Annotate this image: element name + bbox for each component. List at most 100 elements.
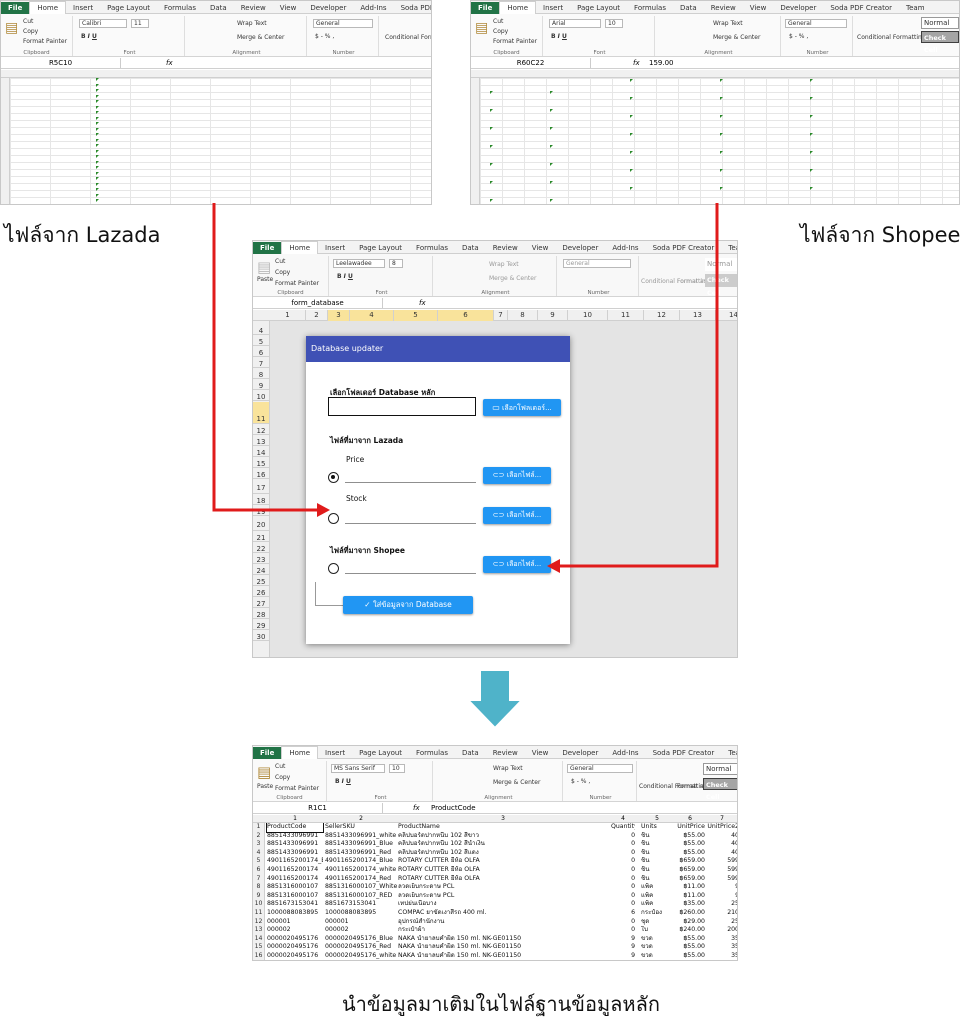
table-cell[interactable]: ชิ้น [641, 875, 673, 884]
table-cell[interactable]: 9 [611, 952, 635, 960]
table-cell[interactable]: 0000020495176_Red [325, 943, 397, 952]
style-check-cell[interactable]: Check Cell [703, 778, 737, 801]
format-painter-button[interactable]: Format Painter [275, 785, 319, 792]
merge-center-button[interactable]: Merge & Center [493, 779, 540, 786]
table-cell[interactable]: คลิปบอร์ดปากหนีบ 102 สีแดง [398, 849, 608, 858]
copy-button[interactable]: Copy [275, 774, 290, 781]
table-row[interactable]: 10 8851673153041 8851673153041 เทปย่นเนื้อบ… [253, 900, 737, 910]
table-cell[interactable]: 8851433096991_Red [325, 849, 397, 858]
table-cell[interactable]: ฿11.00 [675, 892, 705, 901]
table-cell[interactable]: 0 [611, 849, 635, 858]
table-cell[interactable]: 35 [705, 935, 737, 944]
table-row[interactable]: 7 4901165200174 4901165200174_Red ROTARY CU… [253, 874, 737, 884]
result-table[interactable]: 1ProductCodeSellerSKUProductNameQuantity… [253, 823, 737, 960]
table-cell[interactable]: 0 [611, 892, 635, 901]
table-cell[interactable]: Units [641, 823, 673, 832]
name-box[interactable]: R1C1 [253, 803, 383, 813]
row-header[interactable]: 6 [253, 866, 265, 875]
tab-team[interactable]: Team [721, 747, 737, 759]
table-cell[interactable]: 0 [611, 832, 635, 841]
tab-home[interactable]: Home [281, 746, 318, 759]
column-header[interactable]: 6 [675, 815, 705, 823]
tab-add-ins[interactable]: Add-Ins [605, 747, 645, 759]
table-cell[interactable]: ฿55.00 [675, 849, 705, 858]
table-cell[interactable]: 8851316000107_White [325, 883, 397, 892]
row-header[interactable]: 15 [253, 943, 265, 953]
table-cell[interactable]: ชิ้น [641, 866, 673, 875]
table-cell[interactable]: ฿240.00 [675, 926, 705, 935]
table-cell[interactable]: ฿55.00 [675, 832, 705, 841]
table-cell[interactable]: ฿55.00 [675, 840, 705, 849]
table-cell[interactable]: ฿659.00 [675, 866, 705, 875]
table-cell[interactable]: กระป๋อง [641, 909, 673, 918]
currency-button[interactable]: $ - % , [571, 778, 590, 785]
table-cell[interactable]: ฿55.00 [675, 935, 705, 944]
table-row[interactable]: 3 8851433096991 8851433096991_Blue คลิปบอร์… [253, 840, 737, 849]
table-cell[interactable]: NAKA น้ำยาลบคำผิด 150 ml. NK-GE01150 [398, 943, 608, 952]
table-cell[interactable]: แพ็ค [641, 892, 673, 901]
row-header[interactable]: 2 [253, 831, 265, 841]
column-header[interactable]: 2 [325, 815, 397, 823]
column-header[interactable]: 4 [611, 815, 635, 823]
table-cell[interactable]: 0000020495176_white [325, 952, 397, 960]
table-cell[interactable]: ฿29.00 [675, 918, 705, 927]
table-cell[interactable]: 40 [705, 832, 737, 841]
row-header[interactable]: 5 [253, 857, 265, 867]
table-cell[interactable]: ROTARY CUTTER ยี่ห้อ OLFA [398, 866, 608, 875]
row-header[interactable]: 14 [253, 934, 265, 944]
table-cell[interactable]: UnitPrice2 [705, 823, 737, 832]
table-cell[interactable]: 4901165200174 [267, 875, 323, 884]
table-cell[interactable]: ฿55.00 [675, 952, 705, 960]
table-row[interactable]: 8 8851316000107 8851316000107_White ลวดเย็บ… [253, 883, 737, 892]
font-name-combo[interactable]: MS Sans Serif [331, 764, 385, 773]
table-cell[interactable]: 0000020495176_Blue [325, 935, 397, 944]
table-cell[interactable]: 599 [705, 857, 737, 866]
table-cell[interactable]: 0000020495176 [267, 935, 323, 944]
table-cell[interactable]: ชิ้น [641, 832, 673, 841]
row-header[interactable]: 9 [253, 891, 265, 901]
paste-label[interactable]: Paste [257, 783, 273, 790]
cut-button[interactable]: Cut [275, 763, 285, 770]
table-cell[interactable]: กระเป๋าผ้า [398, 926, 608, 935]
table-cell[interactable]: แพ็ค [641, 900, 673, 909]
table-cell[interactable]: 4901165200174_white [325, 866, 397, 875]
table-cell[interactable]: 9 [611, 943, 635, 952]
table-cell[interactable]: 000002 [325, 926, 397, 935]
tab-file[interactable]: File [253, 747, 282, 759]
formula-value[interactable]: ProductCode [431, 803, 476, 813]
row-header[interactable]: 12 [253, 917, 265, 927]
table-cell[interactable]: 35 [705, 952, 737, 960]
table-cell[interactable]: ฿659.00 [675, 857, 705, 866]
table-cell[interactable]: 1000088083895 [325, 909, 397, 918]
table-cell[interactable]: ฿35.00 [675, 900, 705, 909]
table-cell[interactable]: ใบ [641, 926, 673, 935]
tab-data[interactable]: Data [455, 747, 486, 759]
table-cell[interactable]: ProductCode [266, 823, 324, 833]
table-cell[interactable]: 4901165200174_Red [325, 875, 397, 884]
table-cell[interactable]: ขวด [641, 935, 673, 944]
table-cell[interactable]: 25 [705, 900, 737, 909]
table-cell[interactable]: 599 [705, 875, 737, 884]
table-cell[interactable]: 40 [705, 849, 737, 858]
table-cell[interactable]: 0 [611, 857, 635, 866]
table-cell[interactable]: 0 [611, 840, 635, 849]
table-cell[interactable]: 599 [705, 866, 737, 875]
tab-developer[interactable]: Developer [555, 747, 605, 759]
table-cell[interactable]: ProductName [398, 823, 608, 832]
table-row[interactable]: 16 0000020495176 0000020495176_white NAKA น… [253, 952, 737, 960]
tab-review[interactable]: Review [486, 747, 525, 759]
number-format-combo[interactable]: General [567, 764, 633, 773]
table-cell[interactable]: 0000020495176 [267, 952, 323, 960]
table-cell[interactable]: อุปกรณ์สำนักงาน [398, 918, 608, 927]
table-row[interactable]: 13 000002 000002 กระเป๋าผ้า 0 ใบ ฿240.00 200 [253, 926, 737, 935]
table-cell[interactable]: 8851433096991_Blue [325, 840, 397, 849]
row-header[interactable]: 1 [253, 823, 265, 832]
row-header[interactable]: 7 [253, 874, 265, 884]
table-cell[interactable]: 200 [705, 926, 737, 935]
table-cell[interactable]: 8851673153041 [325, 900, 397, 909]
table-cell[interactable]: 9 [611, 935, 635, 944]
table-cell[interactable]: 8851316000107 [267, 892, 323, 901]
table-cell[interactable]: ขวด [641, 943, 673, 952]
table-cell[interactable]: 0 [611, 875, 635, 884]
table-cell[interactable]: ฿55.00 [675, 943, 705, 952]
